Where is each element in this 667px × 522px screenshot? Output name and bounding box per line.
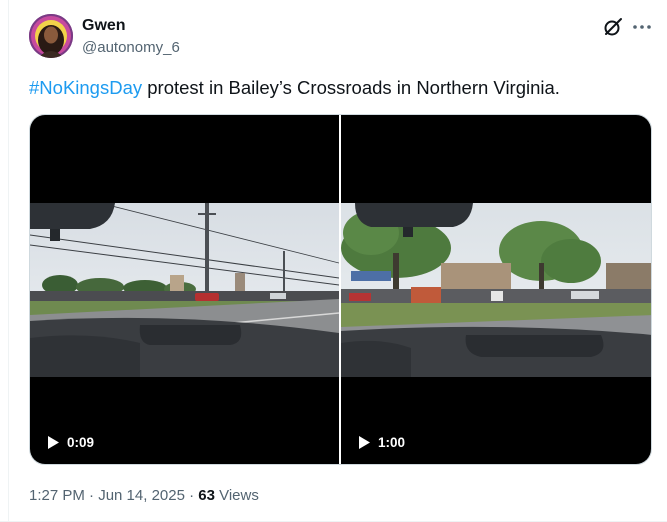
video-player-1[interactable]: 0:09	[30, 115, 339, 464]
author-name[interactable]: Gwen	[82, 17, 126, 35]
author-handle[interactable]: @autonomy_6	[82, 39, 180, 56]
tweet-meta: 1:27 PM · Jun 14, 2025 · 63 Views	[29, 487, 259, 504]
play-icon	[48, 435, 59, 449]
avatar-image	[29, 14, 73, 58]
video-duration-2: 1:00	[378, 434, 406, 450]
avatar[interactable]	[29, 14, 73, 58]
view-count: 63	[198, 487, 215, 504]
play-icon	[359, 435, 370, 449]
tweet-text: #NoKingsDay protest in Bailey’s Crossroa…	[29, 77, 560, 99]
media-grid: 0:09 1:00	[29, 114, 652, 465]
video-duration-1: 0:09	[67, 434, 95, 450]
hashtag-link[interactable]: #NoKingsDay	[29, 77, 142, 98]
more-options-icon[interactable]	[632, 16, 652, 38]
video-player-2[interactable]: 1:00	[341, 115, 651, 464]
grok-icon[interactable]	[602, 16, 624, 38]
video-duration-badge-1: 0:09	[47, 433, 94, 451]
video-duration-badge-2: 1:00	[358, 433, 405, 451]
tweet-body: protest in Bailey’s Crossroads in Northe…	[142, 77, 560, 98]
video-thumbnail-2	[341, 203, 651, 377]
video-thumbnail-1	[30, 203, 339, 377]
views-label: Views	[214, 487, 259, 504]
timeline-border	[8, 0, 9, 522]
tweet-timestamp[interactable]: 1:27 PM · Jun 14, 2025 ·	[29, 487, 198, 504]
